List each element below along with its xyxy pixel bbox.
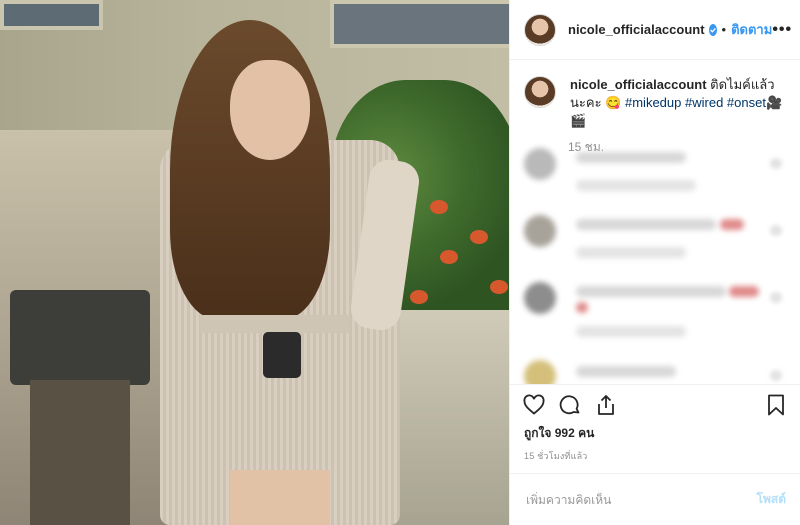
blurred-text: [576, 366, 676, 377]
blurred-text: [576, 326, 686, 337]
post-comment-button[interactable]: โพสต์: [757, 490, 786, 509]
blurred-emoji: [576, 302, 588, 313]
more-options-icon[interactable]: •••: [772, 21, 792, 39]
caption-username[interactable]: nicole_officialaccount: [570, 77, 707, 92]
blurred-emoji: [729, 286, 759, 297]
blurred-avatar: [524, 215, 556, 247]
blurred-comment: [524, 360, 786, 384]
caption-emoji: 😋: [605, 95, 622, 110]
bookmark-icon[interactable]: [764, 393, 788, 417]
photo-flower: [430, 200, 448, 214]
post-side-panel: nicole_officialaccount • ติดตาม ••• nico…: [509, 0, 800, 525]
hashtag-link[interactable]: #wired: [685, 95, 723, 110]
photo-flower: [410, 290, 428, 304]
blurred-avatar: [524, 282, 556, 314]
blurred-comment: [524, 282, 786, 344]
verified-badge-icon: [708, 23, 717, 36]
photo-window: [330, 0, 509, 48]
blurred-text: [576, 180, 696, 191]
post-actions: [510, 384, 800, 424]
heart-icon[interactable]: [522, 393, 546, 417]
blurred-emoji: [720, 219, 744, 230]
photo-flower: [470, 230, 488, 244]
comments-area[interactable]: nicole_officialaccount ติดไมค์แล้วนะคะ 😋…: [510, 60, 800, 384]
blurred-text: [576, 152, 686, 163]
separator-dot: •: [721, 22, 727, 37]
caption-body: nicole_officialaccount ติดไมค์แล้วนะคะ 😋…: [570, 76, 786, 130]
instagram-post: nicole_officialaccount • ติดตาม ••• nico…: [0, 0, 800, 525]
comment-input[interactable]: [524, 491, 757, 508]
post-photo[interactable]: [0, 0, 509, 525]
photo-lamp: [10, 290, 150, 385]
blurred-text: [576, 219, 716, 230]
blurred-avatar: [524, 148, 556, 180]
blurred-like-icon: [770, 292, 782, 303]
photo-face: [230, 60, 310, 160]
hashtag-link[interactable]: #onset: [727, 95, 766, 110]
photo-legs: [230, 470, 330, 525]
blurred-comment: [524, 215, 786, 277]
avatar[interactable]: [524, 13, 556, 46]
photo-belt: [200, 315, 350, 333]
blurred-text: [576, 286, 726, 297]
blurred-comment: [524, 148, 786, 210]
add-comment-bar: โพสต์: [510, 473, 800, 525]
header-username[interactable]: nicole_officialaccount: [568, 22, 705, 37]
share-icon[interactable]: [594, 393, 618, 417]
photo-flower: [490, 280, 508, 294]
post-caption: nicole_officialaccount ติดไมค์แล้วนะคะ 😋…: [524, 76, 786, 130]
photo-microphone-pack: [263, 332, 301, 378]
hashtag-link[interactable]: #mikedup: [625, 95, 681, 110]
post-header: nicole_officialaccount • ติดตาม •••: [510, 0, 800, 60]
blurred-text: [576, 247, 686, 258]
blurred-like-icon: [770, 370, 782, 381]
photo-lamp-base: [30, 380, 130, 525]
photo-flower: [440, 250, 458, 264]
blurred-like-icon: [770, 158, 782, 169]
comment-icon[interactable]: [558, 393, 582, 417]
avatar[interactable]: [524, 76, 556, 108]
blurred-like-icon: [770, 225, 782, 236]
likes-count[interactable]: ถูกใจ 992 คน: [510, 424, 800, 443]
posted-time: 15 ชั่วโมงที่แล้ว: [524, 451, 588, 461]
photo-window: [0, 0, 103, 30]
follow-button[interactable]: ติดตาม: [731, 19, 772, 40]
blurred-avatar: [524, 360, 556, 384]
